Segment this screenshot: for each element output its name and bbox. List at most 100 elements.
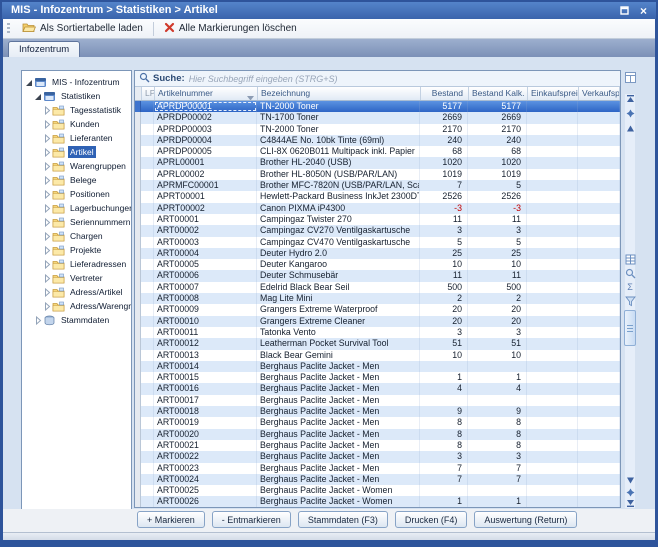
grid-search-field[interactable]: Suche: Hier Suchbegriff eingeben (STRG+S… (135, 71, 620, 87)
header-bestand[interactable]: Bestand (421, 87, 469, 100)
tree-item-statistiken[interactable]: Statistiken (22, 89, 131, 103)
table-row[interactable]: ART00001 Campingaz Twister 270 11 11 (135, 214, 620, 225)
header-einkaufspreis[interactable]: Einkaufspreis (528, 87, 579, 100)
tree-item-projekte[interactable]: Projekte (22, 243, 131, 257)
restore-button[interactable] (617, 3, 632, 18)
tree-item-lieferanten[interactable]: Lieferanten (22, 131, 131, 145)
table-row[interactable]: APRL00001 Brother HL-2040 (USB) 1020 102… (135, 157, 620, 168)
load-sort-table-button[interactable]: Als Sortiertabelle laden (15, 20, 150, 38)
tree-item-kunden[interactable]: Kunden (22, 117, 131, 131)
table-row[interactable]: ART00014 Berghaus Paclite Jacket - Men (135, 361, 620, 372)
scroll-to-top-button[interactable] (624, 92, 636, 104)
tree-item-tagesstatistik[interactable]: Tagesstatistik (22, 103, 131, 117)
table-row[interactable]: ART00009 Grangers Extreme Waterproof 20 … (135, 304, 620, 315)
table-row[interactable]: ART00016 Berghaus Paclite Jacket - Men 4… (135, 383, 620, 394)
scroll-to-bottom-button[interactable] (624, 497, 636, 509)
header-bezeichnung[interactable]: Bezeichnung (258, 87, 421, 100)
tree-item-positionen[interactable]: Positionen (22, 187, 131, 201)
chevron-expanded-icon[interactable] (34, 92, 43, 101)
clear-marks-button[interactable]: Alle Markierungen löschen (157, 20, 304, 38)
tree-item-stammdaten[interactable]: Stammdaten (22, 313, 131, 327)
filter-button[interactable] (624, 295, 636, 307)
scrollbar-thumb[interactable] (624, 310, 636, 346)
zoom-search-button[interactable] (624, 267, 636, 279)
table-row[interactable]: ART00025 Berghaus Paclite Jacket - Women (135, 485, 620, 496)
table-row[interactable]: ART00017 Berghaus Paclite Jacket - Men (135, 395, 620, 406)
chevron-right-icon[interactable] (43, 134, 52, 143)
table-row[interactable]: APRT00002 Canon PIXMA iP4300 -3 -3 (135, 203, 620, 214)
chevron-right-icon[interactable] (43, 288, 52, 297)
tree-item-belege[interactable]: Belege (22, 173, 131, 187)
table-row[interactable]: ART00006 Deuter Schmusebär 11 11 (135, 270, 620, 281)
table-row[interactable]: ART00007 Edelrid Black Bear Seil 500 500 (135, 282, 620, 293)
view-grid-button[interactable] (624, 253, 636, 265)
table-row[interactable]: ART00018 Berghaus Paclite Jacket - Men 9… (135, 406, 620, 417)
tree-item-artikel[interactable]: Artikel (22, 145, 131, 159)
chevron-right-icon[interactable] (43, 162, 52, 171)
chevron-expanded-icon[interactable] (25, 78, 34, 87)
tab-infozentrum[interactable]: Infozentrum (8, 41, 80, 57)
chevron-right-icon[interactable] (43, 260, 52, 269)
tree-item-adress-artikel[interactable]: Adress/Artikel (22, 285, 131, 299)
drucken-button[interactable]: Drucken (F4) (395, 511, 468, 528)
table-row[interactable]: APRDP00003 TN-2000 Toner 2170 2170 (135, 124, 620, 135)
table-row[interactable]: ART00010 Grangers Extreme Cleaner 20 20 (135, 316, 620, 327)
chevron-right-icon[interactable] (43, 190, 52, 199)
tree-item-lieferadressen[interactable]: Lieferadressen (22, 257, 131, 271)
close-button[interactable]: × (636, 3, 651, 18)
markieren-button[interactable]: + Markieren (137, 511, 205, 528)
table-row[interactable]: APRMFC00001 Brother MFC-7820N (USB/PAR/L… (135, 180, 620, 191)
table-row[interactable]: ART00003 Campingaz CV470 Ventilgaskartus… (135, 237, 620, 248)
table-row[interactable]: ART00023 Berghaus Paclite Jacket - Men 7… (135, 463, 620, 474)
tree-item-mis-infozentrum[interactable]: MIS - Infozentrum (22, 75, 131, 89)
chevron-right-icon[interactable] (34, 316, 43, 325)
chevron-right-icon[interactable] (43, 246, 52, 255)
column-chooser-button[interactable] (624, 71, 636, 83)
entmarkieren-button[interactable]: - Entmarkieren (212, 511, 291, 528)
table-row[interactable]: ART00019 Berghaus Paclite Jacket - Men 8… (135, 417, 620, 428)
tree-item-adress-warengruppen[interactable]: Adress/Warengruppen (22, 299, 131, 313)
tree-item-chargen[interactable]: Chargen (22, 229, 131, 243)
table-row[interactable]: ART00021 Berghaus Paclite Jacket - Men 8… (135, 440, 620, 451)
scroll-marker-up-button[interactable] (624, 107, 636, 119)
table-row[interactable]: APRDP00005 CLI-8X 0620B011 Multipack ink… (135, 146, 620, 157)
table-row[interactable]: ART00022 Berghaus Paclite Jacket - Men 3… (135, 451, 620, 462)
chevron-right-icon[interactable] (43, 232, 52, 241)
chevron-right-icon[interactable] (43, 204, 52, 213)
table-row[interactable]: ART00013 Black Bear Gemini 10 10 (135, 350, 620, 361)
table-row[interactable]: ART00004 Deuter Hydro 2.0 25 25 (135, 248, 620, 259)
chevron-right-icon[interactable] (43, 106, 52, 115)
tree-item-warengruppen[interactable]: Warengruppen (22, 159, 131, 173)
table-row[interactable]: APRL00002 Brother HL-8050N (USB/PAR/LAN)… (135, 169, 620, 180)
table-row[interactable]: ART00002 Campingaz CV270 Ventilgaskartus… (135, 225, 620, 236)
chevron-right-icon[interactable] (43, 274, 52, 283)
auswertung-button[interactable]: Auswertung (Return) (474, 511, 577, 528)
stammdaten-button[interactable]: Stammdaten (F3) (298, 511, 388, 528)
table-row[interactable]: ART00011 Tatonka Vento 3 3 (135, 327, 620, 338)
chevron-right-icon[interactable] (43, 218, 52, 227)
toolbar-grip[interactable] (7, 23, 10, 35)
tree-item-lagerbuchungen[interactable]: Lagerbuchungen (22, 201, 131, 215)
table-row[interactable]: ART00015 Berghaus Paclite Jacket - Men 1… (135, 372, 620, 383)
header-artikelnummer[interactable]: Artikelnummer (155, 87, 258, 100)
table-row[interactable]: ART00020 Berghaus Paclite Jacket - Men 8… (135, 429, 620, 440)
tree-item-seriennummern[interactable]: Seriennummern (22, 215, 131, 229)
table-row[interactable]: APRDP00002 TN-1700 Toner 2669 2669 (135, 112, 620, 123)
scroll-down-button[interactable] (624, 474, 636, 486)
table-row[interactable]: ART00008 Mag Lite Mini 2 2 (135, 293, 620, 304)
table-row[interactable]: APRDP00004 C4844AE No. 10bk Tinte (69ml)… (135, 135, 620, 146)
table-row[interactable]: ART00012 Leatherman Pocket Survival Tool… (135, 338, 620, 349)
header-bestand-kalk[interactable]: Bestand Kalk. (469, 87, 528, 100)
sum-button[interactable]: Σ (624, 281, 636, 293)
header-lp[interactable]: LP (142, 87, 155, 100)
table-row[interactable]: ART00024 Berghaus Paclite Jacket - Men 7… (135, 474, 620, 485)
header-verkaufspreis[interactable]: Verkaufspreis (579, 87, 620, 100)
table-row[interactable]: ART00026 Berghaus Paclite Jacket - Women… (135, 496, 620, 507)
chevron-right-icon[interactable] (43, 120, 52, 129)
table-row[interactable]: APRT00001 Hewlett-Packard Business InkJe… (135, 191, 620, 202)
scroll-up-button[interactable] (624, 122, 636, 134)
table-row[interactable]: ART00005 Deuter Kangaroo 10 10 (135, 259, 620, 270)
chevron-right-icon[interactable] (43, 176, 52, 185)
tree-item-vertreter[interactable]: Vertreter (22, 271, 131, 285)
table-row[interactable]: APRDP00001 TN-2000 Toner 5177 5177 (135, 101, 620, 112)
